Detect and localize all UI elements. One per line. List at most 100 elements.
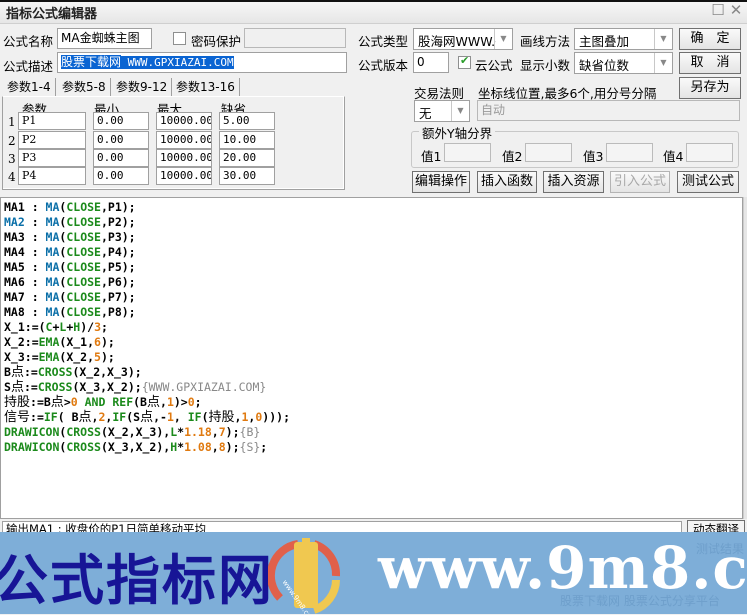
code-token: CLOSE: [66, 275, 101, 289]
chevron-down-icon[interactable]: ▼: [451, 101, 469, 121]
tab-params-1-4[interactable]: 参数1-4: [3, 78, 56, 97]
import-formula-button[interactable]: 引入公式: [610, 171, 670, 193]
chevron-down-icon[interactable]: ▼: [654, 53, 672, 73]
ok-button[interactable]: 确 定: [679, 28, 741, 50]
code-token: (X_3,X_2);: [72, 380, 142, 394]
desc-selected-cn: 股票下载网: [61, 55, 122, 69]
code-token: :: [24, 215, 46, 229]
code-token: MA7 :: [4, 290, 46, 304]
tab-params-9-12[interactable]: 参数9-12: [112, 78, 173, 97]
code-token: 点: [140, 410, 154, 425]
code-token: X_2:=: [4, 335, 39, 349]
param-row-number: 3: [8, 152, 16, 166]
param-name-input[interactable]: P3: [18, 149, 86, 167]
code-line: MA7 : MA(CLOSE,P7);: [4, 290, 290, 305]
param-name-input[interactable]: P1: [18, 112, 86, 130]
code-token: :=: [30, 410, 44, 424]
param-min-input[interactable]: 0.00: [93, 131, 149, 149]
code-token: IF: [43, 410, 58, 424]
code-token: 持股: [208, 410, 235, 425]
param-min-input[interactable]: 0.00: [93, 112, 149, 130]
code-token: CLOSE: [66, 290, 101, 304]
insert-function-button[interactable]: 插入函数: [477, 171, 537, 193]
param-min-input[interactable]: 0.00: [93, 149, 149, 167]
chevron-down-icon[interactable]: ▼: [494, 29, 512, 49]
param-default-input[interactable]: 30.00: [219, 167, 275, 185]
trade-rule-select[interactable]: 无 ▼: [414, 100, 470, 122]
insert-resource-button[interactable]: 插入资源: [543, 171, 604, 193]
extra-y-value-input[interactable]: [444, 143, 491, 162]
formula-type-select[interactable]: 股海网WWW.GU ▼: [413, 28, 513, 50]
code-token: MA: [45, 230, 60, 244]
code-content: MA1 : MA(CLOSE,P1); MA2 : MA(CLOSE,P2); MA…: [4, 200, 290, 455]
code-token: MA1 :: [4, 200, 46, 214]
extra-y-value-input[interactable]: [606, 143, 653, 162]
code-token: 点: [146, 395, 160, 410]
code-line: MA4 : MA(CLOSE,P4);: [4, 245, 290, 260]
code-token: ,-: [153, 410, 167, 424]
param-name-input[interactable]: P2: [18, 131, 86, 149]
code-line: MA1 : MA(CLOSE,P1);: [4, 200, 290, 215]
param-row-number: 2: [8, 134, 16, 148]
code-token: ;: [194, 395, 202, 409]
code-token: (B: [133, 395, 147, 409]
formula-version-label: 公式版本: [358, 58, 409, 73]
param-default-input[interactable]: 20.00: [219, 149, 275, 167]
code-token: DRAWICON: [4, 440, 60, 454]
decimals-select[interactable]: 缺省位数 ▼: [574, 52, 673, 74]
code-line: DRAWICON(CROSS(X_2,X_3),L*1.18,7);{B}: [4, 425, 290, 440]
code-token: 点: [78, 410, 92, 425]
maximize-icon[interactable]: ☐: [710, 3, 726, 19]
code-token: CROSS: [66, 425, 101, 439]
formula-version-input[interactable]: 0: [413, 52, 449, 73]
extra-y-value-input[interactable]: [525, 143, 572, 162]
param-max-input[interactable]: 10000.00: [156, 167, 212, 185]
tab-params-5-8[interactable]: 参数5-8: [58, 78, 111, 97]
chevron-down-icon[interactable]: ▼: [654, 29, 672, 49]
extra-y-axis-title: 额外Y轴分界: [419, 123, 496, 142]
code-line: MA6 : MA(CLOSE,P6);: [4, 275, 290, 290]
code-token: CROSS: [66, 440, 101, 454]
code-line: X_3:=EMA(X_2,5);: [4, 350, 290, 365]
cancel-button[interactable]: 取 消: [679, 52, 741, 74]
param-max-input[interactable]: 10000.00: [156, 112, 212, 130]
param-name-input[interactable]: P4: [18, 167, 86, 185]
code-token: ,: [211, 425, 219, 439]
code-token: MA2: [4, 215, 25, 229]
formula-desc-input[interactable]: 股票下载网 WWW.GPXIAZAI.COM: [57, 52, 347, 73]
tab-params-13-16[interactable]: 参数13-16: [172, 78, 240, 97]
code-token: );: [100, 335, 115, 349]
password-input[interactable]: [244, 28, 346, 48]
code-token: (X_2,X_3),: [100, 425, 171, 439]
code-token: MA: [45, 305, 60, 319]
param-default-input[interactable]: 10.00: [219, 131, 275, 149]
formula-name-input[interactable]: MA金蜘蛛主图: [57, 28, 152, 49]
cloud-formula-checkbox[interactable]: [458, 54, 471, 69]
test-formula-button[interactable]: 测试公式: [677, 171, 739, 193]
close-icon[interactable]: ✕: [728, 3, 744, 19]
edit-operations-button[interactable]: 编辑操作: [412, 171, 470, 193]
draw-method-select[interactable]: 主图叠加 ▼: [574, 28, 673, 50]
save-as-button[interactable]: 另存为: [679, 77, 741, 99]
decimals-label: 显示小数: [520, 58, 571, 73]
password-protect-checkbox[interactable]: [173, 32, 186, 45]
editor-scrollbar[interactable]: [743, 197, 747, 519]
param-max-input[interactable]: 10000.00: [156, 149, 212, 167]
code-token: :=: [23, 380, 38, 394]
extra-y-value-input[interactable]: [686, 143, 733, 162]
axis-position-input[interactable]: 自动: [477, 100, 740, 121]
param-max-input[interactable]: 10000.00: [156, 131, 212, 149]
code-line: 持股:=B点>0 AND REF(B点,1)>0;: [4, 395, 290, 410]
code-editor[interactable]: MA1 : MA(CLOSE,P1); MA2 : MA(CLOSE,P2); MA…: [0, 197, 743, 519]
code-line: X_2:=EMA(X_1,6);: [4, 335, 290, 350]
code-token: MA: [45, 245, 60, 259]
param-row-number: 1: [8, 115, 16, 129]
param-default-input[interactable]: 5.00: [219, 112, 275, 130]
code-token: MA: [45, 275, 60, 289]
param-min-input[interactable]: 0.00: [93, 167, 149, 185]
code-line: DRAWICON(CROSS(X_3,X_2),H*1.08,8);{S};: [4, 440, 290, 455]
code-token: 0: [70, 395, 78, 409]
code-token: MA8 :: [4, 305, 46, 319]
code-token: MA4 :: [4, 245, 46, 259]
code-token: X_1:=(: [4, 320, 46, 334]
